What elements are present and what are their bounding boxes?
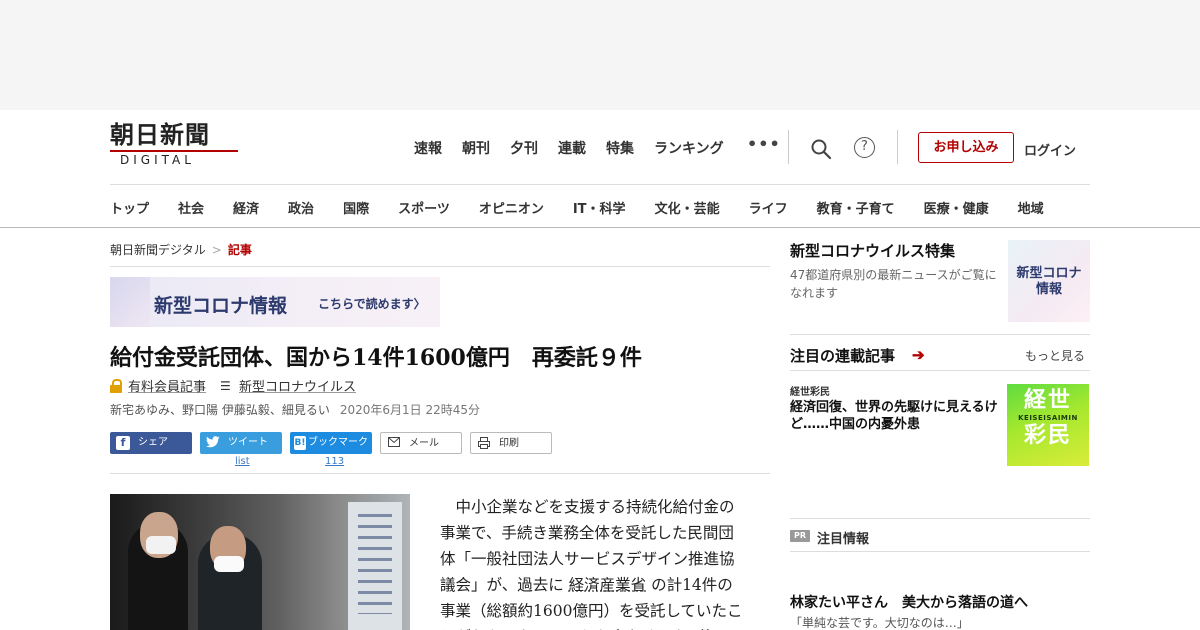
breadcrumb: 朝日新聞デジタル > 記事 [110, 241, 252, 258]
pr-subtext: 「単純な芸です。大切なのは…」 [790, 616, 969, 630]
article-headline: 給付金受託団体、国から14件1600億円 再委託９件 [110, 345, 642, 371]
category-health[interactable]: 医療・健康 [924, 198, 989, 217]
see-more-link[interactable]: もっと見る [1025, 347, 1085, 364]
arrow-right-icon: ➔ [912, 346, 925, 364]
print-label: 印刷 [499, 438, 519, 449]
login-link[interactable]: ログイン [1024, 140, 1076, 159]
publish-date: 2020年6月1日 22時45分 [339, 403, 480, 417]
twitter-icon [206, 436, 220, 450]
top-nav-ranking[interactable]: ランキング [654, 138, 724, 158]
apply-button[interactable]: お申し込み [918, 132, 1014, 163]
top-nav: 速報 朝刊 夕刊 連載 特集 ランキング [414, 138, 744, 158]
serial-kicker: 経世彩民 [790, 387, 830, 398]
topic-link[interactable]: 新型コロナウイルス [239, 376, 356, 395]
divider [790, 334, 1090, 335]
category-international[interactable]: 国際 [343, 198, 369, 217]
photo-signboard-text [358, 514, 392, 614]
top-nav-tokushu[interactable]: 特集 [606, 138, 634, 158]
thumb-text-top: 経世 [1023, 388, 1072, 413]
divider [790, 551, 1090, 552]
category-education[interactable]: 教育・子育て [817, 198, 895, 217]
sidebar-corona-desc: 47都道府県別の最新ニュースがご覧になれます [790, 268, 997, 300]
article-photo[interactable] [110, 494, 410, 630]
thumb-text-mid: KEISEISAIMIN [1018, 414, 1078, 422]
share-bar: f シェア ツイート B! ブックマーク メール 印刷 [110, 432, 560, 454]
category-society[interactable]: 社会 [178, 198, 204, 217]
top-nav-yukan[interactable]: 夕刊 [510, 138, 538, 158]
logo-rule [110, 150, 238, 152]
article-meta: 有料会員記事 ☰ 新型コロナウイルス [110, 376, 356, 395]
category-culture[interactable]: 文化・芸能 [655, 198, 720, 217]
photo-mask [146, 536, 176, 554]
logo-subtext: DIGITAL [120, 153, 195, 167]
hatena-bookmark-button[interactable]: B! ブックマーク [290, 432, 372, 454]
category-life[interactable]: ライフ [749, 198, 788, 217]
site-logo[interactable]: 朝日新聞 DIGITAL [110, 122, 240, 170]
divider [790, 518, 1090, 519]
corona-thumbnail[interactable]: 新型コロナ 情報 [1008, 240, 1090, 322]
hatena-count[interactable]: 113 [325, 456, 344, 467]
hatena-label: ブックマーク [308, 437, 368, 448]
article-byline: 新宅あゆみ、野口陽 伊藤弘毅、細見るい 2020年6月1日 22時45分 [110, 401, 480, 418]
facebook-icon: f [116, 436, 130, 450]
article-body: 中小企業などを支援する持続化給付金の事業で、手続き業務全体を受託した民間団体「一… [440, 494, 745, 630]
breadcrumb-home[interactable]: 朝日新聞デジタル [110, 243, 206, 257]
nav-divider [110, 184, 1090, 185]
ad-banner-area [0, 0, 1200, 110]
body-term-link[interactable]: 経済産業省 [569, 576, 647, 594]
breadcrumb-separator: > [211, 243, 222, 257]
pr-badge: PR [790, 530, 810, 542]
twitter-share-label: ツイート [228, 437, 268, 448]
pr-headline[interactable]: 林家たい平さん 美大から落語の道へ [790, 592, 1028, 612]
category-sports[interactable]: スポーツ [398, 198, 450, 217]
category-region[interactable]: 地域 [1018, 198, 1044, 217]
twitter-share-button[interactable]: ツイート [200, 432, 282, 454]
corona-thumb-text: 新型コロナ 情報 [1016, 266, 1082, 297]
banner-link: こちらで読めます〉 [318, 297, 426, 311]
category-politics[interactable]: 政治 [288, 198, 314, 217]
divider [110, 473, 770, 474]
photo-mask [214, 556, 244, 572]
corona-info-banner[interactable]: 新型コロナ情報 こちらで読めます〉 [110, 277, 440, 327]
paid-member-label[interactable]: 有料会員記事 [128, 376, 206, 395]
divider [110, 266, 770, 267]
serial-section-title[interactable]: 注目の連載記事 [790, 345, 895, 366]
top-nav-chokan[interactable]: 朝刊 [462, 138, 490, 158]
printer-icon [477, 437, 491, 451]
mail-share-button[interactable]: メール [380, 432, 462, 454]
top-nav-rensai[interactable]: 連載 [558, 138, 586, 158]
keiseisaimin-thumbnail[interactable]: 経世 KEISEISAIMIN 彩民 [1007, 384, 1089, 466]
serial-headline[interactable]: 経済回復、世界の先駆けに見えるけど……中国の内憂外患 [790, 399, 1002, 433]
sidebar-corona-title[interactable]: 新型コロナウイルス特集 [790, 240, 955, 261]
banner-decoration [110, 277, 150, 327]
author-names: 新宅あゆみ、野口陽 伊藤弘毅、細見るい [110, 403, 330, 417]
twitter-count[interactable]: list [235, 456, 250, 467]
lock-icon [110, 378, 122, 393]
category-top[interactable]: トップ [110, 198, 149, 217]
mail-label: メール [409, 438, 439, 449]
category-nav: トップ 社会 経済 政治 国際 スポーツ オピニオン IT・科学 文化・芸能 ラ… [110, 198, 1044, 217]
facebook-share-label: シェア [138, 437, 168, 448]
facebook-share-button[interactable]: f シェア [110, 432, 192, 454]
banner-title: 新型コロナ情報 [154, 295, 288, 317]
more-menu-icon[interactable]: ••• [747, 134, 781, 153]
breadcrumb-current: 記事 [227, 243, 252, 257]
mail-icon [387, 437, 401, 451]
category-opinion[interactable]: オピニオン [479, 198, 544, 217]
header-divider [897, 130, 898, 164]
help-icon[interactable]: ? [854, 137, 875, 158]
hatena-icon: B! [294, 436, 306, 450]
header-divider [788, 130, 789, 164]
print-button[interactable]: 印刷 [470, 432, 552, 454]
top-nav-sokuho[interactable]: 速報 [414, 138, 442, 158]
site-header: 朝日新聞 DIGITAL 速報 朝刊 夕刊 連載 特集 ランキング ••• ? … [0, 110, 1200, 228]
list-icon: ☰ [220, 378, 231, 393]
search-icon[interactable] [810, 138, 832, 160]
logo-text: 朝日新聞 [110, 120, 210, 149]
thumb-text-bottom: 彩民 [1023, 423, 1072, 448]
category-economy[interactable]: 経済 [233, 198, 259, 217]
divider [790, 370, 1090, 371]
category-it-science[interactable]: IT・科学 [573, 198, 626, 217]
pr-section-label: 注目情報 [817, 532, 870, 547]
